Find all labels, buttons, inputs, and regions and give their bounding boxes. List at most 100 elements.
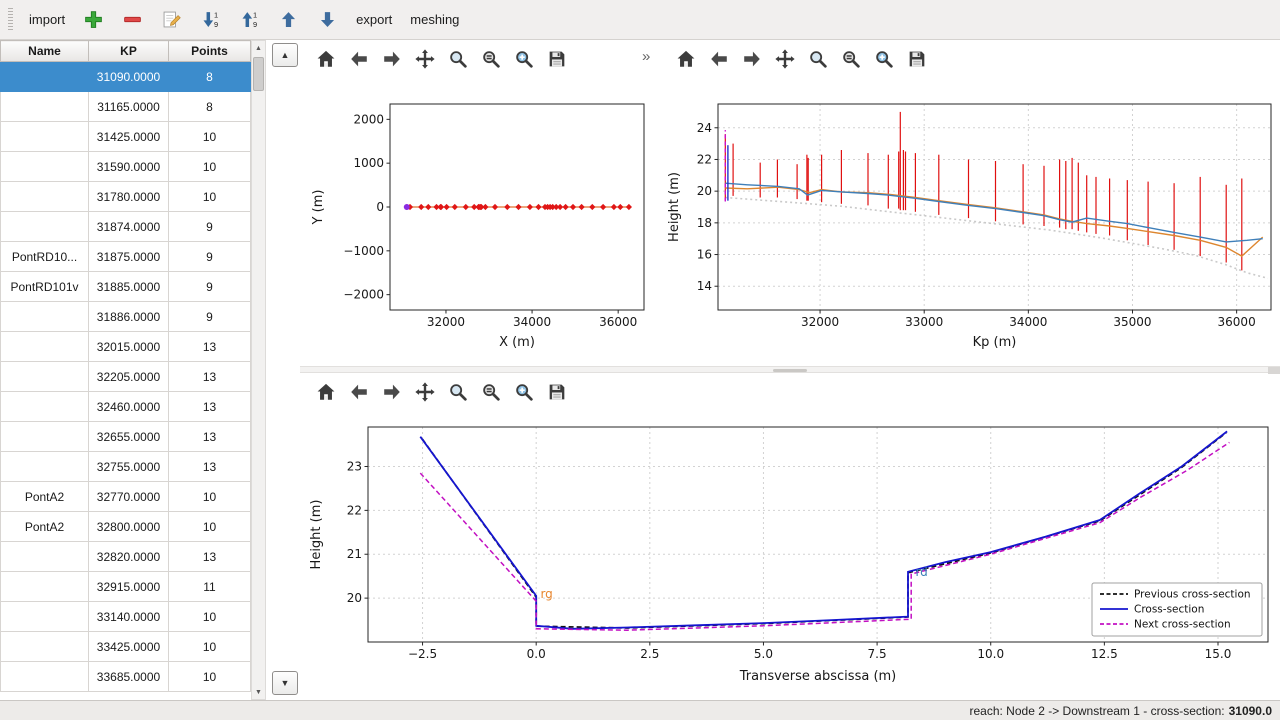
back-button[interactable] — [345, 45, 373, 73]
export-button[interactable]: export — [348, 5, 400, 35]
cell-points[interactable]: 10 — [169, 512, 251, 542]
cell-kp[interactable]: 31885.0000 — [89, 272, 169, 302]
cell-name[interactable] — [1, 392, 89, 422]
cell-name[interactable] — [1, 182, 89, 212]
cell-kp[interactable]: 32205.0000 — [89, 362, 169, 392]
cell-name[interactable] — [1, 62, 89, 92]
sort-ascending-button[interactable] — [231, 5, 268, 35]
cell-points[interactable]: 9 — [169, 212, 251, 242]
cell-kp[interactable]: 31165.0000 — [89, 92, 169, 122]
cell-kp[interactable]: 32460.0000 — [89, 392, 169, 422]
table-row[interactable]: 31425.000010 — [1, 122, 251, 152]
section-up-button[interactable]: ▲ — [272, 43, 298, 67]
zoom-button[interactable] — [444, 45, 472, 73]
profile-chart[interactable]: 3200033000340003500036000141618202224Kp … — [660, 78, 1276, 371]
scrollbar-thumb[interactable] — [253, 57, 264, 91]
cell-name[interactable] — [1, 92, 89, 122]
table-scrollbar[interactable]: ▲ ▼ — [251, 40, 266, 700]
pan-button[interactable] — [771, 45, 799, 73]
table-row[interactable]: 32755.000013 — [1, 452, 251, 482]
plan-figure[interactable]: 320003400036000−2000−1000010002000X (m)Y… — [300, 78, 656, 366]
cell-name[interactable]: PontRD10... — [1, 242, 89, 272]
cell-name[interactable] — [1, 632, 89, 662]
cell-name[interactable] — [1, 572, 89, 602]
cell-name[interactable] — [1, 362, 89, 392]
table-row[interactable]: 32915.000011 — [1, 572, 251, 602]
table-row[interactable]: 32820.000013 — [1, 542, 251, 572]
cell-points[interactable]: 10 — [169, 632, 251, 662]
table-row[interactable]: 31780.000010 — [1, 182, 251, 212]
move-down-button[interactable] — [309, 5, 346, 35]
cell-kp[interactable]: 31874.0000 — [89, 212, 169, 242]
cell-name[interactable]: PontA2 — [1, 482, 89, 512]
zoom-config-button[interactable] — [477, 45, 505, 73]
cell-name[interactable]: PontRD101v — [1, 272, 89, 302]
cell-points[interactable]: 10 — [169, 122, 251, 152]
table-row[interactable]: 33425.000010 — [1, 632, 251, 662]
home-button[interactable] — [672, 45, 700, 73]
cell-points[interactable]: 13 — [169, 542, 251, 572]
forward-button[interactable] — [378, 45, 406, 73]
table-row[interactable]: 33140.000010 — [1, 602, 251, 632]
zoom-config-button[interactable] — [477, 378, 505, 406]
cell-kp[interactable]: 32015.0000 — [89, 332, 169, 362]
horizontal-splitter[interactable] — [300, 366, 1280, 373]
cell-kp[interactable]: 33685.0000 — [89, 662, 169, 692]
splitter-handle[interactable] — [773, 369, 807, 372]
forward-button[interactable] — [738, 45, 766, 73]
cell-kp[interactable]: 31090.0000 — [89, 62, 169, 92]
table-row[interactable]: 33685.000010 — [1, 662, 251, 692]
cell-kp[interactable]: 32800.0000 — [89, 512, 169, 542]
sort-descending-button[interactable] — [192, 5, 229, 35]
add-cross-section-button[interactable] — [75, 5, 112, 35]
save-button[interactable] — [903, 45, 931, 73]
remove-cross-section-button[interactable] — [114, 5, 151, 35]
cell-points[interactable]: 10 — [169, 482, 251, 512]
cell-kp[interactable]: 31590.0000 — [89, 152, 169, 182]
cell-kp[interactable]: 31780.0000 — [89, 182, 169, 212]
cell-points[interactable]: 10 — [169, 152, 251, 182]
cell-kp[interactable]: 31425.0000 — [89, 122, 169, 152]
table-row[interactable]: 32655.000013 — [1, 422, 251, 452]
zoom-button[interactable] — [804, 45, 832, 73]
import-button[interactable]: import — [21, 5, 73, 35]
home-button[interactable] — [312, 378, 340, 406]
cell-points[interactable]: 13 — [169, 452, 251, 482]
cell-points[interactable]: 13 — [169, 362, 251, 392]
toolbar-overflow-chevron[interactable]: » — [642, 48, 650, 65]
cell-kp[interactable]: 32655.0000 — [89, 422, 169, 452]
cell-name[interactable] — [1, 542, 89, 572]
cell-name[interactable] — [1, 662, 89, 692]
cell-kp[interactable]: 33140.0000 — [89, 602, 169, 632]
cell-name[interactable] — [1, 212, 89, 242]
zoom-edit-button[interactable] — [510, 378, 538, 406]
cell-points[interactable]: 9 — [169, 272, 251, 302]
table-row[interactable]: PontRD10...31875.00009 — [1, 242, 251, 272]
cell-kp[interactable]: 32770.0000 — [89, 482, 169, 512]
pan-button[interactable] — [411, 378, 439, 406]
table-row[interactable]: PontRD101v31885.00009 — [1, 272, 251, 302]
table-row[interactable]: 31874.00009 — [1, 212, 251, 242]
table-row[interactable]: 32205.000013 — [1, 362, 251, 392]
cell-kp[interactable]: 32755.0000 — [89, 452, 169, 482]
cross-figure[interactable]: −2.50.02.55.07.510.012.515.020212223Tran… — [300, 411, 1280, 700]
table-row[interactable]: 32015.000013 — [1, 332, 251, 362]
back-button[interactable] — [705, 45, 733, 73]
profile-figure[interactable]: 3200033000340003500036000141618202224Kp … — [660, 78, 1276, 366]
cell-points[interactable]: 9 — [169, 302, 251, 332]
table-row[interactable]: 31090.00008 — [1, 62, 251, 92]
zoom-edit-button[interactable] — [510, 45, 538, 73]
cell-points[interactable]: 10 — [169, 602, 251, 632]
cell-name[interactable]: PontA2 — [1, 512, 89, 542]
section-down-button[interactable]: ▼ — [272, 671, 298, 695]
cell-name[interactable] — [1, 332, 89, 362]
scrollbar-down-arrow[interactable]: ▼ — [252, 685, 265, 699]
cell-points[interactable]: 11 — [169, 572, 251, 602]
zoom-edit-button[interactable] — [870, 45, 898, 73]
cell-points[interactable]: 10 — [169, 182, 251, 212]
edit-button[interactable] — [153, 5, 190, 35]
back-button[interactable] — [345, 378, 373, 406]
cell-name[interactable] — [1, 452, 89, 482]
table-row[interactable]: 31886.00009 — [1, 302, 251, 332]
table-row[interactable]: 32460.000013 — [1, 392, 251, 422]
